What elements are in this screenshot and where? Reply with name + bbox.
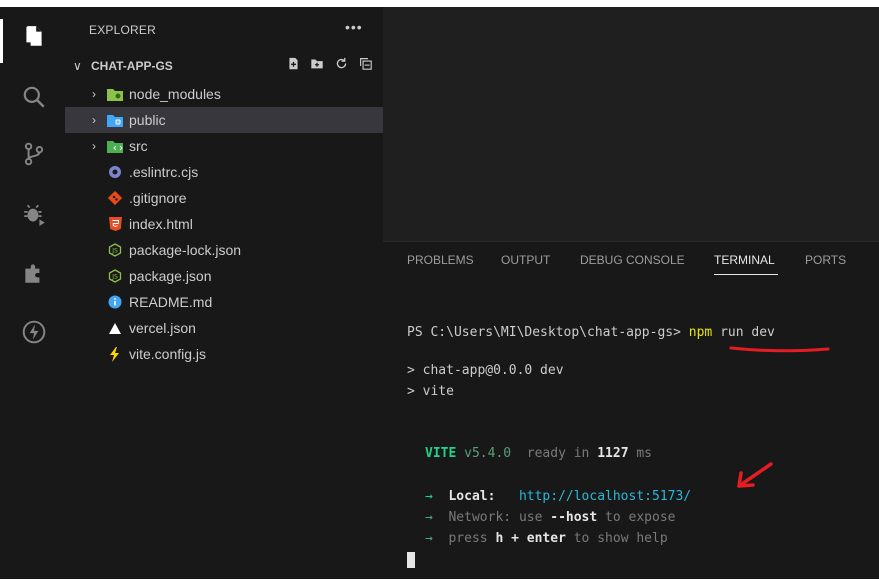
explorer-sidebar: EXPLORER ••• ∨ CHAT-APP-GS › node_module… <box>65 7 383 579</box>
tree-file-gitignore[interactable]: .gitignore <box>65 185 383 211</box>
project-name: CHAT-APP-GS <box>91 59 173 73</box>
network-text-expose: to expose <box>605 510 676 525</box>
red-underline-annotation <box>729 346 830 353</box>
tree-file-eslintrc[interactable]: .eslintrc.cjs <box>65 159 383 185</box>
npm-icon: JS <box>107 268 123 284</box>
collapse-all-icon[interactable] <box>357 57 373 73</box>
editor-area <box>383 7 879 241</box>
tree-item-label: src <box>129 138 148 154</box>
tree-item-label: vercel.json <box>129 320 196 336</box>
help-line: → press h + enter to show help <box>425 531 668 546</box>
chevron-right-icon: › <box>92 139 96 153</box>
red-arrow-annotation <box>737 462 773 488</box>
ready-ms: 1127 <box>597 446 629 461</box>
activity-bar <box>0 7 65 579</box>
refresh-icon[interactable] <box>333 57 349 73</box>
html-icon <box>107 216 123 232</box>
git-icon <box>107 190 123 206</box>
src-folder-icon <box>107 138 123 154</box>
explorer-title: EXPLORER <box>89 23 156 37</box>
svg-text:JS: JS <box>111 274 118 281</box>
run-debug-icon[interactable] <box>20 200 48 228</box>
tree-item-label: node_modules <box>129 86 221 102</box>
terminal-cursor <box>407 552 415 568</box>
source-control-icon[interactable] <box>20 140 48 168</box>
chevron-right-icon: › <box>92 113 96 127</box>
vite-name: VITE <box>425 446 457 461</box>
bottom-panel: PROBLEMS OUTPUT DEBUG CONSOLE TERMINAL P… <box>383 241 879 579</box>
ready-text: ready in <box>526 446 590 461</box>
npm-icon: JS <box>107 242 123 258</box>
vite-version: v5.4.0 <box>464 446 512 461</box>
ms-unit: ms <box>636 446 653 461</box>
thunder-client-icon[interactable] <box>20 318 48 346</box>
chevron-down-icon: ∨ <box>73 59 82 73</box>
tree-item-label: package-lock.json <box>129 242 242 258</box>
new-file-icon[interactable] <box>285 57 301 73</box>
terminal-prompt: PS C:\Users\MI\Desktop\chat-app-gs> <box>407 325 681 340</box>
extensions-icon[interactable] <box>20 259 48 287</box>
vite-ready-line: VITE v5.4.0 ready in 1127 ms <box>425 446 652 461</box>
active-tab-underline <box>714 274 778 275</box>
explorer-actions <box>285 57 373 73</box>
terminal-command-line: PS C:\Users\MI\Desktop\chat-app-gs> npm … <box>407 325 775 340</box>
tab-ports[interactable]: PORTS <box>805 253 846 267</box>
vite-icon <box>107 346 123 362</box>
tree-item-label: index.html <box>129 216 193 232</box>
network-text-use: use <box>518 510 543 525</box>
public-folder-icon <box>107 112 123 128</box>
more-actions-icon[interactable]: ••• <box>345 19 363 35</box>
tree-folder-public[interactable]: › public <box>65 107 383 133</box>
command-args: run dev <box>720 325 775 340</box>
tree-folder-src[interactable]: › src <box>65 133 383 159</box>
explorer-icon[interactable] <box>20 23 48 51</box>
network-label: Network: <box>448 510 512 525</box>
host-flag: --host <box>550 510 598 525</box>
project-folder-header[interactable]: ∨ CHAT-APP-GS <box>65 55 383 77</box>
new-folder-icon[interactable] <box>309 57 325 73</box>
tree-file-package-json[interactable]: JS package.json <box>65 263 383 289</box>
eslint-icon <box>107 164 123 180</box>
arrow-right-icon: → <box>425 489 433 504</box>
tree-item-label: README.md <box>129 294 213 310</box>
local-url-line: → Local: http://localhost:5173/ <box>425 489 691 504</box>
vscode-window: EXPLORER ••• ∨ CHAT-APP-GS › node_module… <box>0 7 879 579</box>
command-npm: npm <box>688 325 713 340</box>
output-line-script: > chat-app@0.0.0 dev <box>407 363 564 378</box>
tab-output[interactable]: OUTPUT <box>501 253 550 267</box>
local-label: Local: <box>448 489 496 504</box>
tree-folder-node-modules[interactable]: › node_modules <box>65 81 383 107</box>
tree-file-vite-config[interactable]: vite.config.js <box>65 341 383 367</box>
info-icon <box>107 294 123 310</box>
output-line-vite: > vite <box>407 384 454 399</box>
arrow-right-icon: → <box>425 531 433 546</box>
tree-item-label: package.json <box>129 268 212 284</box>
tree-item-label: .eslintrc.cjs <box>129 164 199 180</box>
tree-file-package-lock[interactable]: JS package-lock.json <box>65 237 383 263</box>
chevron-right-icon: › <box>92 87 96 101</box>
tab-terminal[interactable]: TERMINAL <box>714 253 775 267</box>
help-key: h + enter <box>495 531 566 546</box>
help-text-show: to show help <box>573 531 668 546</box>
network-line: → Network: use --host to expose <box>425 510 676 525</box>
tree-file-vercel[interactable]: vercel.json <box>65 315 383 341</box>
active-indicator <box>0 19 3 63</box>
local-url-link[interactable]: http://localhost:5173/ <box>519 489 691 504</box>
arrow-right-icon: → <box>425 510 433 525</box>
tab-debug-console[interactable]: DEBUG CONSOLE <box>580 253 685 267</box>
tab-problems[interactable]: PROBLEMS <box>407 253 474 267</box>
tree-file-index-html[interactable]: index.html <box>65 211 383 237</box>
tree-item-label: .gitignore <box>129 190 187 206</box>
panel-tabs: PROBLEMS OUTPUT DEBUG CONSOLE TERMINAL P… <box>383 242 879 278</box>
svg-text:JS: JS <box>111 248 118 255</box>
help-text-press: press <box>448 531 488 546</box>
search-icon[interactable] <box>20 83 48 111</box>
tree-file-readme[interactable]: README.md <box>65 289 383 315</box>
tree-item-label: public <box>129 112 166 128</box>
tree-item-label: vite.config.js <box>129 346 207 362</box>
vercel-icon <box>107 320 123 336</box>
terminal[interactable]: PS C:\Users\MI\Desktop\chat-app-gs> npm … <box>383 278 879 580</box>
node-folder-icon <box>107 86 123 102</box>
